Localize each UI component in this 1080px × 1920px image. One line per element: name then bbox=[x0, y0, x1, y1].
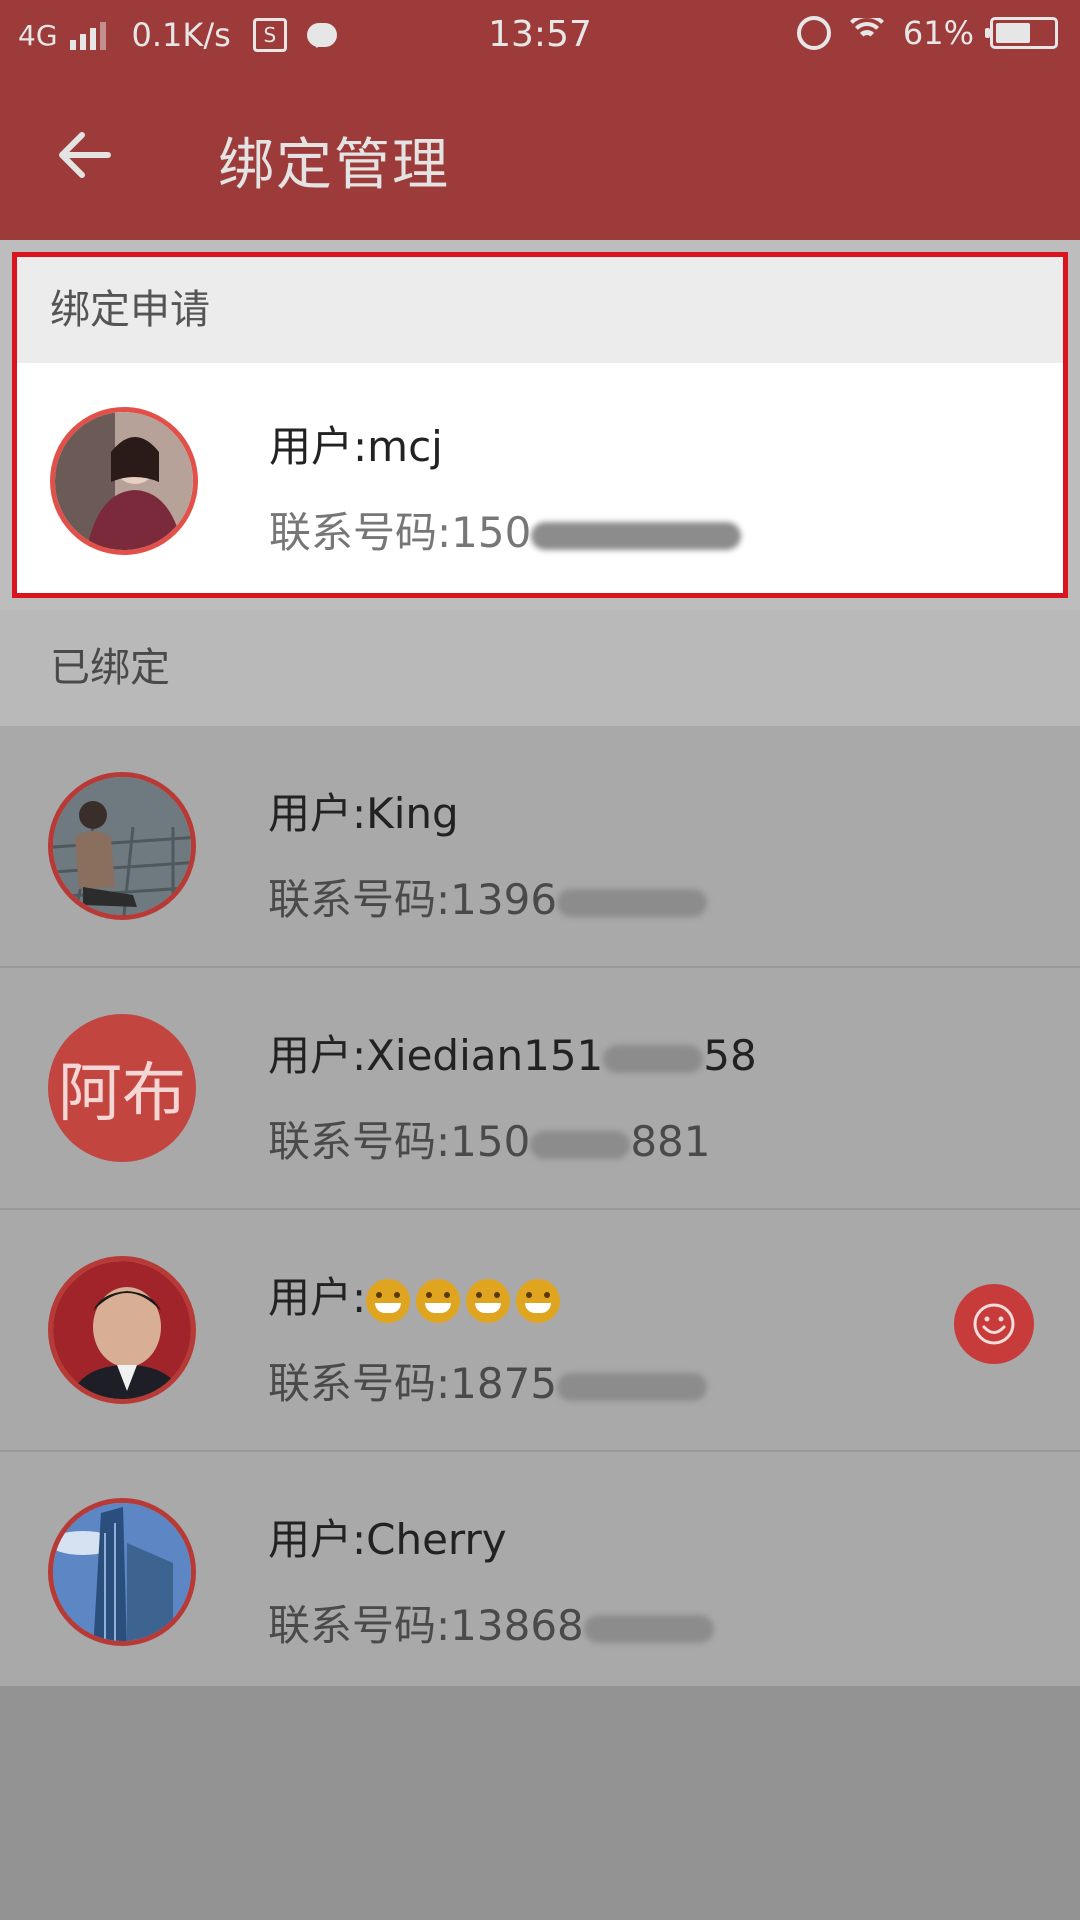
user-name: 用户:mcj bbox=[269, 422, 443, 471]
list-item[interactable]: 用户:Cherry 联系号码:13868 bbox=[0, 1452, 1080, 1694]
phone-number: 联系号码:13868 bbox=[268, 1592, 714, 1653]
emoji-fab-button[interactable] bbox=[954, 1284, 1034, 1364]
list-item[interactable]: 用户:mcj 联系号码:150 bbox=[17, 363, 1063, 593]
status-bar: 4G 0.1K/s S 13:57 61% bbox=[0, 0, 1080, 76]
user-name-prefix: 用户: bbox=[268, 1273, 367, 1322]
list-item[interactable]: 用户:King 联系号码:1396 bbox=[0, 726, 1080, 968]
grin-emoji-icon bbox=[366, 1278, 411, 1323]
user-name: 用户: bbox=[268, 1264, 566, 1325]
phone-number: 联系号码:1396 bbox=[268, 866, 708, 927]
status-right: 61% bbox=[796, 14, 1058, 52]
user-name: 用户:Xiedian151 58 bbox=[268, 1022, 757, 1083]
content: 绑定申请 用户:mcj 联系号码:150 已绑定 用户:King 联系号码:13… bbox=[0, 240, 1080, 1694]
wifi-icon bbox=[845, 18, 889, 48]
avatar bbox=[48, 772, 196, 920]
empty-area bbox=[0, 1686, 1080, 1920]
list-item[interactable]: 阿布 用户:Xiedian151 58 联系号码:150 881 bbox=[0, 968, 1080, 1210]
back-button[interactable] bbox=[50, 120, 120, 190]
bind-request-section: 绑定申请 用户:mcj 联系号码:150 bbox=[12, 252, 1068, 598]
redacted-digits bbox=[603, 1044, 704, 1073]
redacted-digits bbox=[557, 888, 708, 917]
grin-emoji-icon bbox=[466, 1278, 511, 1323]
section-title-request: 绑定申请 bbox=[17, 257, 1063, 363]
phone-number: 联系号码:150 bbox=[269, 499, 742, 560]
phone-prefix: 联系号码:13868 bbox=[268, 1601, 584, 1650]
user-name-prefix: 用户:Xiedian151 bbox=[268, 1031, 604, 1080]
avatar bbox=[48, 1498, 196, 1646]
phone-number: 联系号码:1875 bbox=[268, 1350, 708, 1411]
phone-prefix: 联系号码:150 bbox=[268, 1117, 531, 1166]
phone-prefix: 联系号码:150 bbox=[269, 508, 532, 557]
redacted-digits bbox=[583, 1614, 714, 1643]
arrow-left-icon bbox=[59, 132, 111, 178]
battery-icon bbox=[985, 17, 1058, 49]
redacted-digits bbox=[531, 521, 742, 550]
page-title: 绑定管理 bbox=[218, 133, 450, 198]
phone-number: 联系号码:150 881 bbox=[268, 1108, 711, 1169]
grin-emoji-icon bbox=[416, 1278, 461, 1323]
user-name: 用户:King bbox=[268, 789, 459, 838]
smiley-icon bbox=[973, 1303, 1015, 1345]
phone-prefix: 联系号码:1396 bbox=[268, 875, 558, 924]
battery-percent: 61% bbox=[902, 14, 974, 52]
alarm-icon bbox=[796, 16, 831, 50]
grin-emoji-icon bbox=[516, 1278, 561, 1323]
user-name-suffix: 58 bbox=[703, 1031, 757, 1080]
phone-suffix: 881 bbox=[630, 1117, 711, 1166]
avatar bbox=[48, 1256, 196, 1404]
avatar bbox=[50, 407, 198, 555]
redacted-digits bbox=[557, 1372, 708, 1401]
list-item[interactable]: 用户: 联系号码:1875 bbox=[0, 1210, 1080, 1452]
section-title-bound: 已绑定 bbox=[0, 610, 1080, 726]
app-header: 绑定管理 bbox=[0, 76, 1080, 240]
redacted-digits bbox=[530, 1130, 631, 1159]
user-name: 用户:Cherry bbox=[268, 1515, 507, 1564]
avatar: 阿布 bbox=[48, 1014, 196, 1162]
phone-prefix: 联系号码:1875 bbox=[268, 1359, 558, 1408]
